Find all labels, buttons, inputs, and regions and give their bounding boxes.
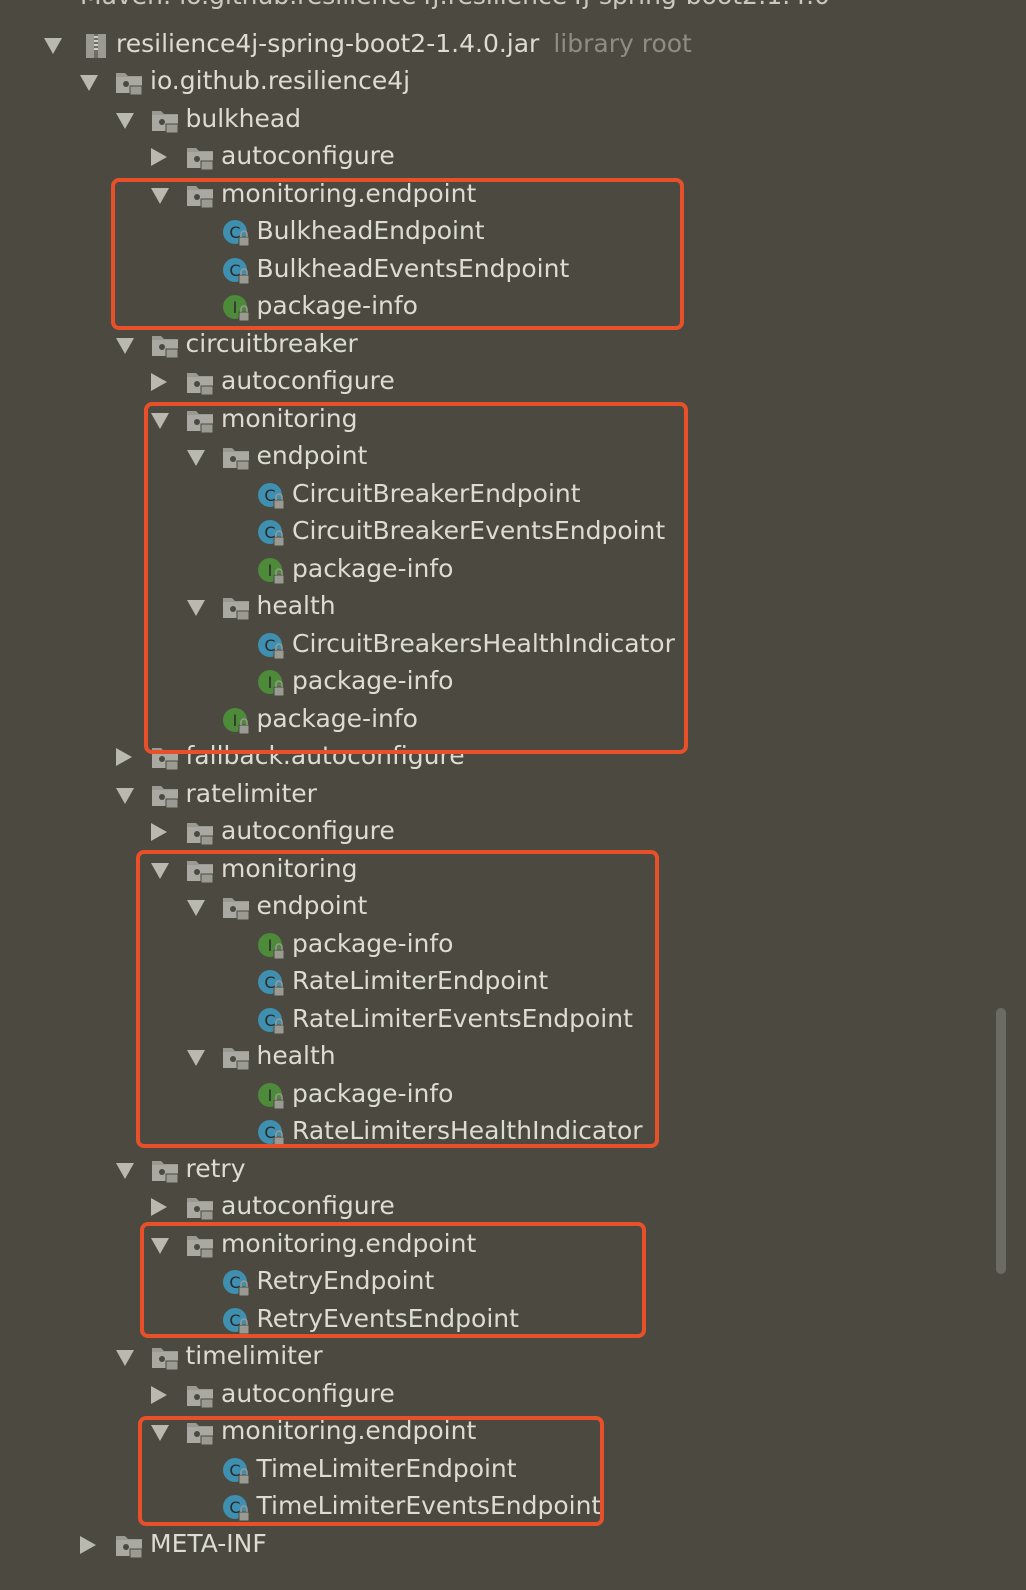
package-folder-icon [185,818,215,846]
tree-row[interactable]: autoconfigure [0,138,990,175]
expand-arrow-icon[interactable] [151,1198,167,1216]
tree-row-label: autoconfigure [221,816,395,845]
tree-row[interactable]: autoconfigure [0,1376,990,1413]
tree-row[interactable]: ratelimiter [0,776,990,813]
jar-archive-icon [82,31,112,59]
package-folder-icon [150,1343,180,1371]
tree-row-label: io.github.resilience4j [150,66,411,95]
maven-library-label: Maven: io.github.resilience4j:resilience… [80,0,830,12]
project-tree: Maven: io.github.resilience4j:resilience… [0,0,1006,1590]
highlight-box-retry-monitoring [140,1222,646,1338]
highlight-box-bulkhead-monitoring [111,178,684,330]
expand-arrow-icon[interactable] [151,823,167,841]
package-folder-icon [150,1156,180,1184]
tree-row[interactable]: autoconfigure [0,363,990,400]
tree-row-label: autoconfigure [221,141,395,170]
package-folder-icon [150,106,180,134]
highlight-box-circuitbreaker-monitoring [144,402,688,754]
highlight-box-timelimiter-monitoring [138,1416,604,1526]
tree-row-label: ratelimiter [185,778,317,808]
tree-row-label: circuitbreaker [185,328,358,358]
tree-row[interactable]: circuitbreaker [0,326,990,363]
tree-row[interactable]: bulkhead [0,101,990,138]
highlight-box-ratelimiter-monitoring [136,850,659,1148]
vertical-scrollbar-thumb[interactable] [996,1008,1006,1274]
collapse-arrow-icon[interactable] [115,112,134,129]
package-folder-icon [185,1193,215,1221]
library-root-hint: library root [553,29,692,58]
maven-library-row[interactable]: Maven: io.github.resilience4j:resilience… [0,0,1026,18]
collapse-arrow-icon[interactable] [115,337,134,354]
tree-row[interactable]: retry [0,1151,990,1188]
package-folder-icon [185,368,215,396]
package-folder-icon [114,1531,144,1559]
tree-row-label: autoconfigure [221,366,395,395]
expand-arrow-icon[interactable] [151,1385,167,1404]
tree-row-label: META-INF [150,1528,267,1558]
collapse-arrow-icon[interactable] [115,1162,134,1179]
expand-arrow-icon[interactable] [151,148,167,166]
tree-row-label: bulkhead [185,103,302,133]
package-folder-icon [114,68,144,96]
tree-row[interactable]: autoconfigure [0,1188,990,1225]
package-folder-icon [185,143,215,171]
expand-arrow-icon[interactable] [151,373,167,391]
tree-row[interactable]: io.github.resilience4j [0,63,990,100]
collapse-arrow-icon[interactable] [115,787,134,804]
tree-row[interactable]: autoconfigure [0,813,990,850]
tree-row-label: timelimiter [185,1341,323,1370]
tree-row[interactable]: timelimiter [0,1338,990,1375]
tree-row-label: retry [185,1153,246,1183]
tree-row-jar-root[interactable]: resilience4j-spring-boot2-1.4.0.jar libra… [0,26,990,63]
expand-arrow-icon[interactable] [44,38,62,54]
collapse-arrow-icon[interactable] [115,1350,134,1366]
jar-name: resilience4j-spring-boot2-1.4.0.jar [116,29,540,58]
tree-row-label: autoconfigure [221,1191,395,1220]
package-folder-icon [150,781,180,809]
jar-label: resilience4j-spring-boot2-1.4.0.jar libra… [116,28,692,60]
tree-row[interactable]: META-INF [0,1526,990,1563]
expand-arrow-icon[interactable] [80,1535,96,1554]
collapse-arrow-icon[interactable] [80,75,98,91]
package-folder-icon [185,1381,215,1409]
expand-arrow-icon[interactable] [115,748,132,766]
tree-row-label: autoconfigure [221,1378,395,1408]
package-folder-icon [150,331,180,359]
